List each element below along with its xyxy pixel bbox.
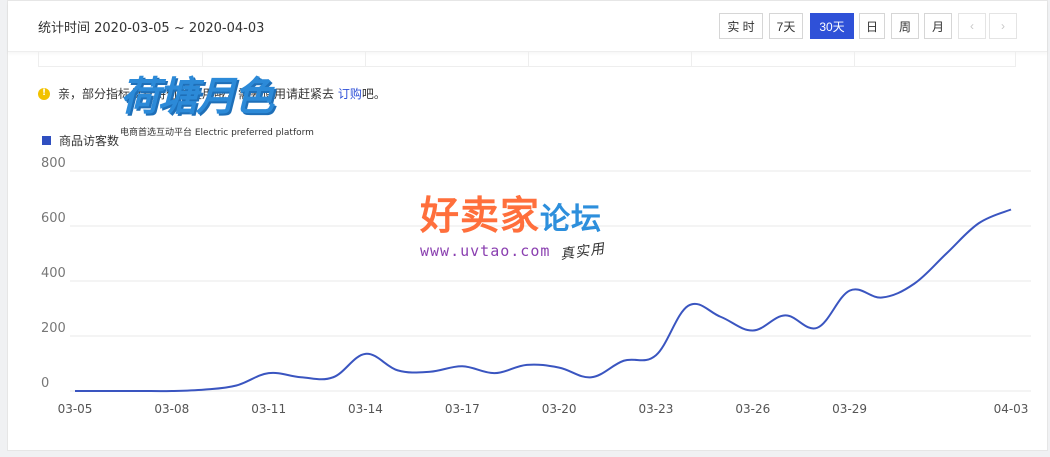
watermark-handwriting: 真实用 (559, 240, 607, 264)
x-tick-label: 03-14 (348, 402, 383, 416)
x-tick-label: 03-20 (542, 402, 577, 416)
chart-panel: 统计时间 2020-03-05 ~ 2020-04-03 实 时 7天 30天 … (7, 0, 1048, 451)
x-tick-label: 03-11 (251, 402, 286, 416)
watermark-title-2: 好卖家论坛 (420, 197, 605, 236)
x-tick-label: 03-08 (154, 402, 189, 416)
y-tick-label: 0 (41, 376, 49, 391)
x-tick-label: 03-23 (639, 402, 674, 416)
x-tick-label: 04-03 (994, 402, 1029, 416)
watermark-url-text: www.uvtao.com (420, 242, 551, 260)
watermark-title: 荷塘月色 (120, 74, 274, 120)
x-tick-label: 03-29 (832, 402, 867, 416)
x-tick-label: 03-26 (735, 402, 770, 416)
watermark-main: 好卖家 (420, 194, 541, 239)
watermark-accent: 论坛 (540, 202, 603, 237)
watermark-logo-hetang: 荷塘月色 电商首选互动平台 Electric preferred platfor… (120, 77, 314, 138)
y-tick-label: 800 (41, 156, 66, 171)
watermark-logo-uvtao: 好卖家论坛 www.uvtao.com 真实用 (420, 197, 607, 264)
y-tick-label: 600 (41, 211, 66, 226)
x-tick-label: 03-05 (58, 402, 93, 416)
x-tick-label: 03-17 (445, 402, 480, 416)
watermark-subtitle: 电商首选互动平台 Electric preferred platform (120, 128, 314, 138)
watermark-url: www.uvtao.com 真实用 (420, 240, 607, 264)
y-tick-label: 400 (41, 266, 66, 281)
y-tick-label: 200 (41, 321, 66, 336)
